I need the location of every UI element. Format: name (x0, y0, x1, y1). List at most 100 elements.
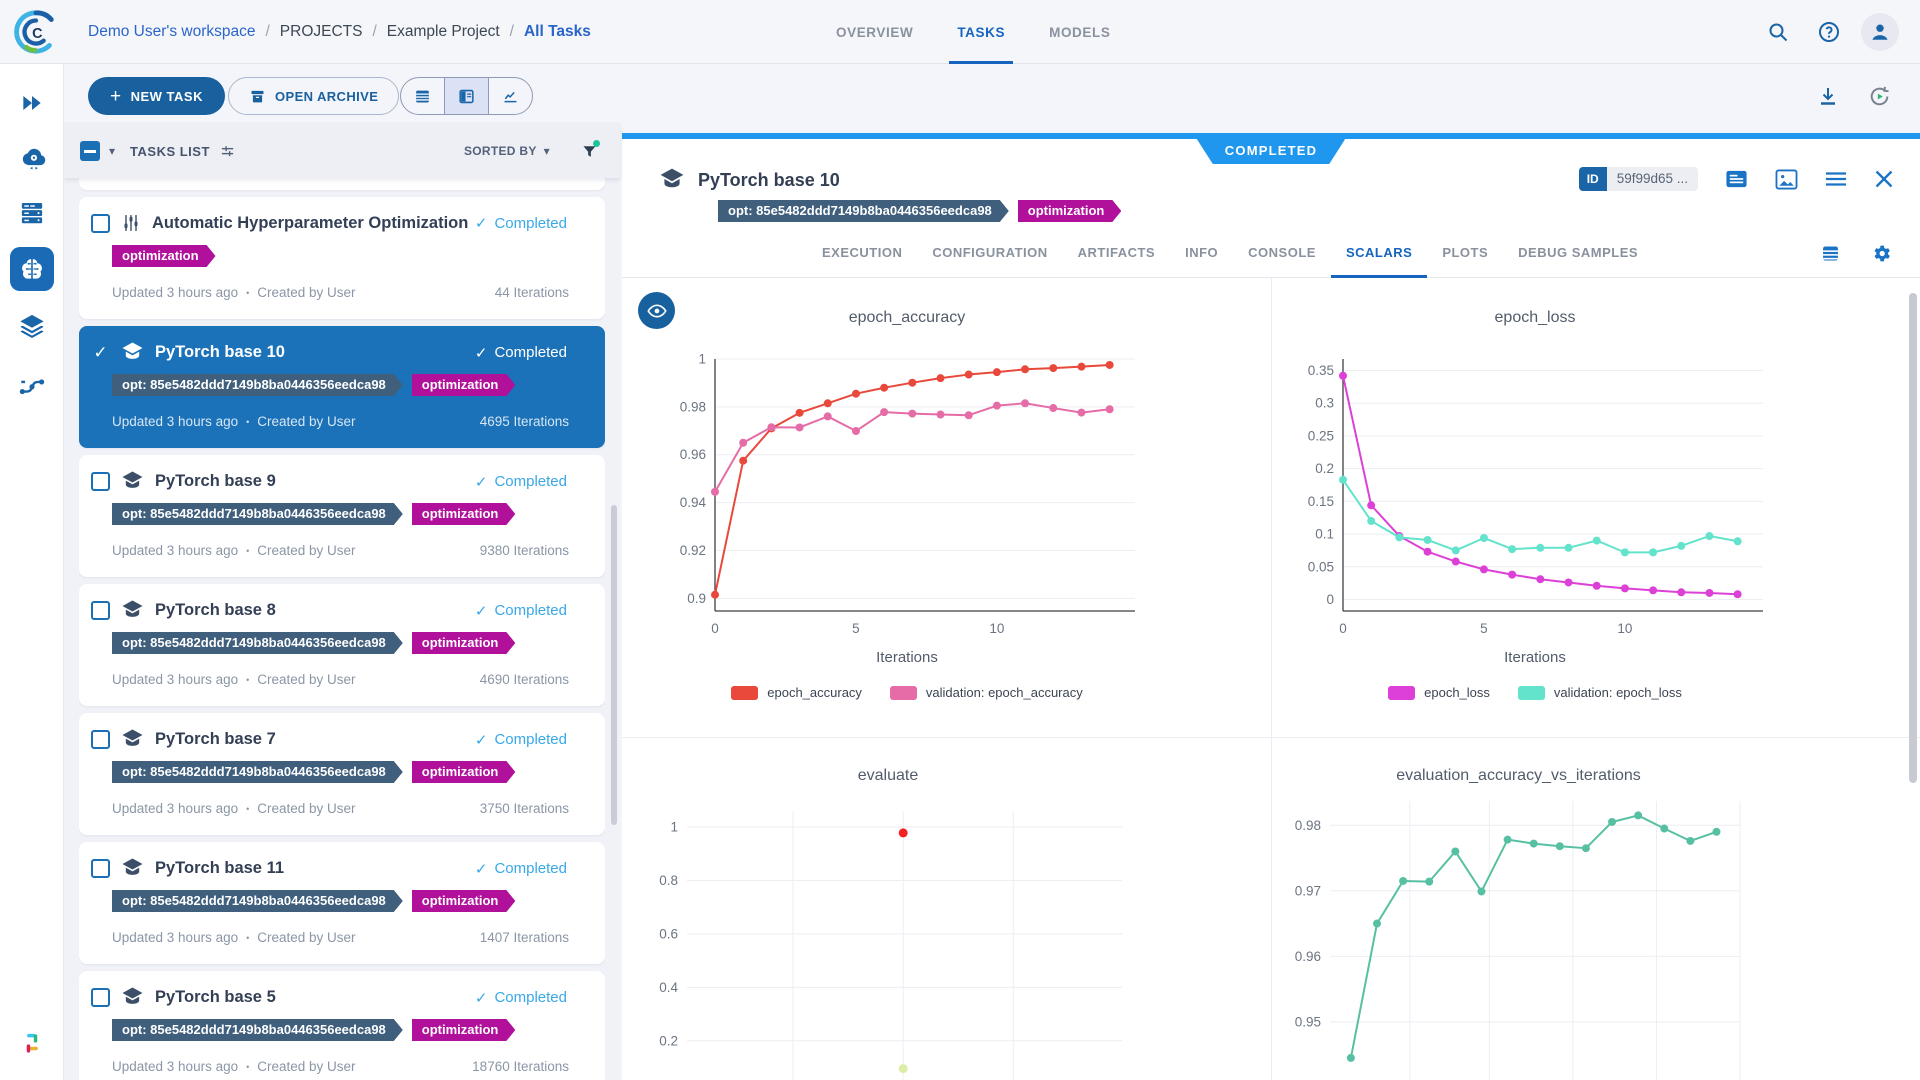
tag-optimization[interactable]: optimization (412, 503, 516, 525)
detail-scrollbar[interactable] (1909, 293, 1917, 783)
legend-item[interactable]: epoch_accuracy (731, 685, 862, 700)
filter-button[interactable] (581, 143, 598, 160)
breadcrumb-item[interactable]: PROJECTS (280, 23, 363, 41)
debug-image-button[interactable] (1775, 169, 1798, 190)
task-name[interactable]: PyTorch base 9 (155, 472, 276, 491)
task-name[interactable]: PyTorch base 7 (155, 730, 276, 749)
task-checkbox[interactable] (91, 214, 110, 233)
auto-refresh-icon[interactable] (1867, 84, 1892, 109)
search-icon[interactable] (1766, 20, 1790, 44)
task-card-partial[interactable] (79, 178, 605, 190)
breadcrumb-item[interactable]: Example Project (387, 23, 500, 41)
tag-optimization[interactable]: optimization (412, 374, 516, 396)
chart-plot-area[interactable]: 10.80.60.40.2 (629, 795, 1147, 1080)
tag-opt-id[interactable]: opt: 85e5482ddd7149b8ba0446356eedca98 (112, 761, 403, 783)
task-card[interactable]: Automatic Hyperparameter Optimization ✓C… (79, 197, 605, 319)
tab-models[interactable]: MODELS (1049, 0, 1110, 64)
task-checkbox[interactable] (91, 988, 110, 1007)
select-dropdown-caret-icon[interactable]: ▾ (109, 144, 115, 158)
selected-check-icon[interactable]: ✓ (91, 343, 110, 363)
expand-sidebar-icon[interactable] (19, 90, 45, 116)
sorted-by-control[interactable]: SORTED BY ▾ (464, 144, 550, 158)
task-checkbox[interactable] (91, 730, 110, 749)
detail-tab-info[interactable]: INFO (1170, 228, 1233, 277)
split-view-button[interactable] (444, 78, 488, 114)
customize-columns-icon[interactable] (219, 143, 236, 160)
task-card[interactable]: PyTorch base 7 ✓Completed opt: 85e5482dd… (79, 713, 605, 835)
task-name[interactable]: PyTorch base 5 (155, 988, 276, 1007)
chart-evaluation-accuracy-vs-iterations[interactable]: evaluation_accuracy_vs_iterations 0.980.… (1272, 737, 1920, 1080)
table-view-button[interactable] (401, 78, 444, 114)
profile-avatar[interactable] (1861, 13, 1899, 51)
tag-opt-id[interactable]: opt: 85e5482ddd7149b8ba0446356eedca98 (112, 632, 403, 654)
legend-item[interactable]: epoch_loss (1388, 685, 1490, 700)
tasks-list-scrollbar[interactable] (611, 505, 617, 825)
slack-icon[interactable] (20, 1032, 43, 1055)
chart-legend[interactable]: epoch_accuracy validation: epoch_accuracy (657, 685, 1157, 700)
hide-show-metrics-button[interactable] (638, 292, 675, 329)
datasets-layers-icon[interactable] (18, 312, 46, 340)
detail-tab-artifacts[interactable]: ARTIFACTS (1063, 228, 1170, 277)
applications-cloud-icon[interactable] (16, 143, 47, 173)
metrics-table-button[interactable] (1820, 243, 1841, 264)
task-name[interactable]: PyTorch base 10 (155, 343, 285, 362)
tag-optimization[interactable]: optimization (1018, 200, 1122, 222)
task-name[interactable]: PyTorch base 8 (155, 601, 276, 620)
new-task-button[interactable]: + NEW TASK (88, 77, 225, 115)
help-icon[interactable] (1817, 20, 1841, 44)
task-checkbox[interactable] (91, 472, 110, 491)
task-checkbox[interactable] (91, 859, 110, 878)
sidebar-item-projects-active[interactable] (10, 247, 54, 291)
task-name[interactable]: PyTorch base 11 (155, 859, 284, 878)
open-archive-label: OPEN ARCHIVE (275, 89, 378, 104)
breadcrumb-item[interactable]: Demo User's workspace (88, 23, 255, 41)
tag-optimization[interactable]: optimization (412, 1019, 516, 1041)
chart-evaluate[interactable]: evaluate 10.80.60.40.2 (622, 737, 1271, 1080)
task-card[interactable]: PyTorch base 5 ✓Completed opt: 85e5482dd… (79, 971, 605, 1080)
tag-optimization[interactable]: optimization (112, 245, 216, 267)
tag-optimization[interactable]: optimization (412, 761, 516, 783)
task-id-chip[interactable]: ID 59f99d65 ... (1579, 167, 1698, 191)
task-card[interactable]: ✓ PyTorch base 10 ✓Completed opt: 85e548… (79, 326, 605, 448)
tab-tasks[interactable]: TASKS (957, 0, 1005, 64)
task-checkbox[interactable] (91, 601, 110, 620)
chart-epoch-accuracy[interactable]: epoch_accuracy 10.980.960.940.920.90510 … (622, 283, 1271, 737)
chart-view-button[interactable] (488, 78, 532, 114)
menu-button[interactable] (1825, 170, 1847, 188)
detail-tab-console[interactable]: CONSOLE (1233, 228, 1331, 277)
task-card[interactable]: PyTorch base 8 ✓Completed opt: 85e5482dd… (79, 584, 605, 706)
tab-overview[interactable]: OVERVIEW (836, 0, 913, 64)
pipelines-icon[interactable] (17, 369, 47, 397)
task-card[interactable]: PyTorch base 11 ✓Completed opt: 85e5482d… (79, 842, 605, 964)
close-icon[interactable] (1874, 169, 1894, 189)
breadcrumb-item[interactable]: All Tasks (524, 23, 591, 41)
task-name[interactable]: Automatic Hyperparameter Optimization (152, 214, 468, 233)
detail-tab-configuration[interactable]: CONFIGURATION (917, 228, 1062, 277)
chart-epoch-loss[interactable]: epoch_loss 0.350.30.250.20.150.10.050051… (1272, 283, 1920, 737)
tag-opt-id[interactable]: opt: 85e5482ddd7149b8ba0446356eedca98 (112, 374, 403, 396)
chart-plot-area[interactable]: 10.980.960.940.920.90510 (657, 345, 1157, 645)
tag-opt-id[interactable]: opt: 85e5482ddd7149b8ba0446356eedca98 (112, 1019, 403, 1041)
detail-tab-execution[interactable]: EXECUTION (807, 228, 917, 277)
detail-tab-debug-samples[interactable]: DEBUG SAMPLES (1503, 228, 1653, 277)
legend-item[interactable]: validation: epoch_accuracy (890, 685, 1083, 700)
tag-optimization[interactable]: optimization (412, 632, 516, 654)
chart-plot-area[interactable]: 0.350.30.250.20.150.10.0500510 (1285, 345, 1785, 645)
legend-item[interactable]: validation: epoch_loss (1518, 685, 1682, 700)
tag-opt-id[interactable]: opt: 85e5482ddd7149b8ba0446356eedca98 (112, 503, 403, 525)
tag-opt-id[interactable]: opt: 85e5482ddd7149b8ba0446356eedca98 (112, 890, 403, 912)
gear-icon[interactable] (1871, 243, 1892, 264)
chart-plot-area[interactable]: 0.980.970.960.95 (1272, 789, 1765, 1080)
workers-queues-icon[interactable] (18, 199, 45, 226)
clearml-logo-icon[interactable]: C (13, 9, 59, 55)
detail-tab-scalars[interactable]: SCALARS (1331, 228, 1427, 277)
select-all-checkbox[interactable] (80, 141, 100, 161)
detail-tab-plots[interactable]: PLOTS (1427, 228, 1503, 277)
chart-legend[interactable]: epoch_loss validation: epoch_loss (1285, 685, 1785, 700)
tag-optimization[interactable]: optimization (412, 890, 516, 912)
tag-opt-id[interactable]: opt: 85e5482ddd7149b8ba0446356eedca98 (718, 200, 1009, 222)
description-button[interactable] (1725, 169, 1748, 189)
open-archive-button[interactable]: OPEN ARCHIVE (228, 77, 399, 115)
download-icon[interactable] (1816, 84, 1840, 108)
task-card[interactable]: PyTorch base 9 ✓Completed opt: 85e5482dd… (79, 455, 605, 577)
